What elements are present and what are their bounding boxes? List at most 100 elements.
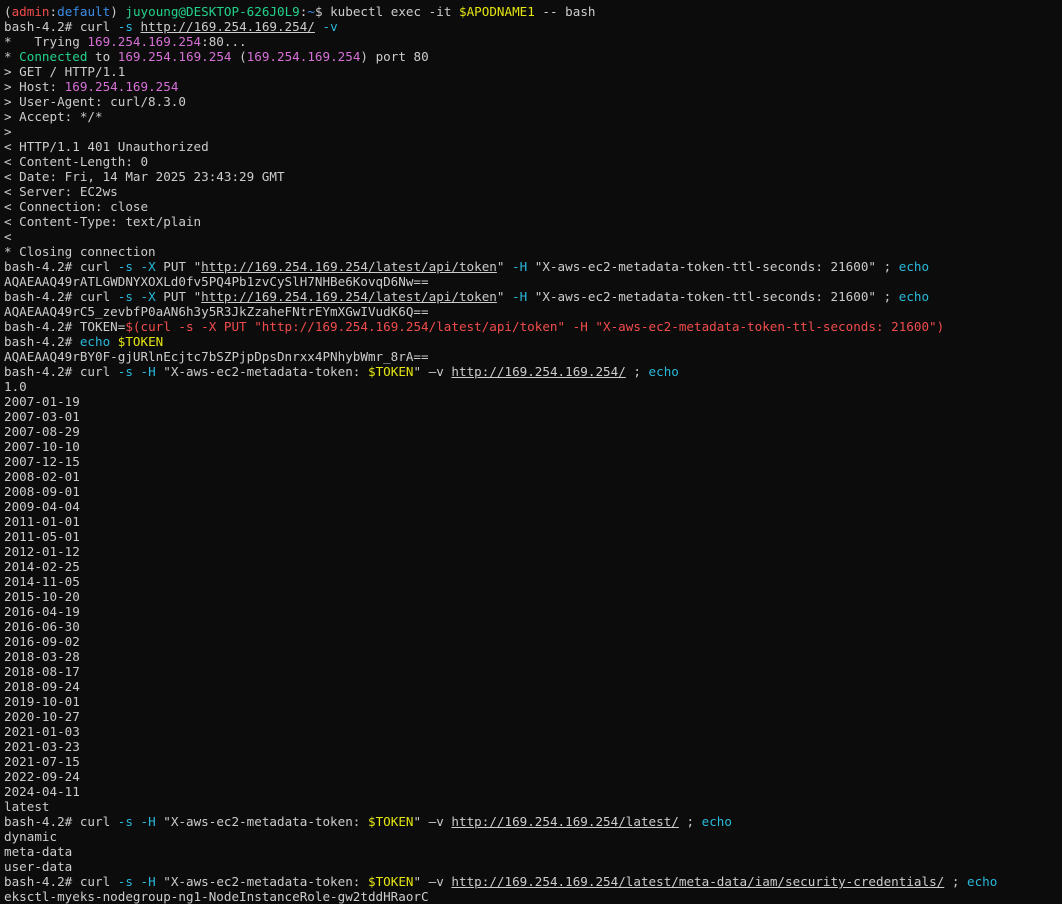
terminal-url[interactable]: http://169.254.169.254/latest/meta-data/…: [451, 874, 944, 889]
terminal-line: * Closing connection: [4, 244, 1062, 259]
terminal-text: $(curl -s -X PUT "http://169.254.169.254…: [125, 319, 945, 334]
terminal-text: < Content-Length: 0: [4, 154, 149, 169]
terminal-text: 2019-10-01: [4, 694, 80, 709]
terminal-line: <: [4, 229, 1062, 244]
terminal-line: meta-data: [4, 844, 1062, 859]
terminal-text: 2008-02-01: [4, 469, 80, 484]
terminal-line: 2007-10-10: [4, 439, 1062, 454]
terminal-text: :: [49, 4, 58, 19]
terminal-line: bash-4.2# curl -s http://169.254.169.254…: [4, 19, 1062, 34]
terminal-line: dynamic: [4, 829, 1062, 844]
terminal-text: 2018-08-17: [4, 664, 80, 679]
terminal-text: 1.0: [4, 379, 27, 394]
terminal-line: > Host: 169.254.169.254: [4, 79, 1062, 94]
terminal-text: * Closing connection: [4, 244, 156, 259]
terminal-text: 2014-02-25: [4, 559, 80, 574]
terminal-text: -- bash: [534, 4, 596, 19]
terminal-text: ) port 80: [360, 49, 429, 64]
terminal-text: 2016-06-30: [4, 619, 80, 634]
terminal-line: bash-4.2# echo $TOKEN: [4, 334, 1062, 349]
terminal-text: >: [4, 124, 12, 139]
terminal-text: ;: [625, 364, 649, 379]
terminal-text: 2024-04-11: [4, 784, 80, 799]
terminal-line: 2018-09-24: [4, 679, 1062, 694]
terminal-text: ": [496, 259, 513, 274]
terminal-url[interactable]: http://169.254.169.254/latest/api/token: [201, 259, 497, 274]
terminal-text: -H: [140, 364, 156, 379]
terminal-text: to: [87, 49, 118, 64]
terminal-text: 2018-03-28: [4, 649, 80, 664]
terminal-window[interactable]: (admin:default) juyoung@DESKTOP-626J0L9:…: [0, 0, 1062, 904]
terminal-text: eksctl-myeks-nodegroup-ng1-NodeInstanceR…: [4, 889, 429, 904]
terminal-line: * Connected to 169.254.169.254 (169.254.…: [4, 49, 1062, 64]
terminal-text: bash-4.2# TOKEN=: [4, 319, 126, 334]
terminal-url[interactable]: http://169.254.169.254/: [141, 19, 315, 34]
terminal-line: < Date: Fri, 14 Mar 2025 23:43:29 GMT: [4, 169, 1062, 184]
terminal-line: 1.0: [4, 379, 1062, 394]
terminal-text: -s: [117, 874, 133, 889]
terminal-text: PUT ": [155, 259, 202, 274]
terminal-text: > Host:: [4, 79, 65, 94]
terminal-line: user-data: [4, 859, 1062, 874]
terminal-line: latest: [4, 799, 1062, 814]
terminal-text: 2016-04-19: [4, 604, 80, 619]
terminal-text: -v: [322, 19, 338, 34]
terminal-line: < Connection: close: [4, 199, 1062, 214]
terminal-text: AQAEAAQ49rC5_zevbfP0aAN6h3y5R3JkZzaheFNt…: [4, 304, 429, 319]
terminal-line: 2020-10-27: [4, 709, 1062, 724]
terminal-line: >: [4, 124, 1062, 139]
terminal-text: 2018-09-24: [4, 679, 80, 694]
terminal-text: admin: [11, 4, 50, 19]
terminal-url[interactable]: http://169.254.169.254/: [451, 364, 625, 379]
terminal-text: 2015-10-20: [4, 589, 80, 604]
terminal-text: ;: [678, 814, 702, 829]
terminal-text: < Content-Type: text/plain: [4, 214, 202, 229]
terminal-line: 2021-07-15: [4, 754, 1062, 769]
terminal-text: > Accept: */*: [4, 109, 103, 124]
terminal-text: AQAEAAQ49rBY0F-gjURlnEcjtc7bSZPjpDpsDnrx…: [4, 349, 429, 364]
terminal-text: "X-aws-ec2-metadata-token-ttl-seconds: 2…: [527, 289, 899, 304]
terminal-text: 169.254.169.254: [246, 49, 361, 64]
terminal-line: * Trying 169.254.169.254:80...: [4, 34, 1062, 49]
terminal-line: 2021-01-03: [4, 724, 1062, 739]
terminal-line: bash-4.2# curl -s -X PUT "http://169.254…: [4, 289, 1062, 304]
terminal-text: 2021-01-03: [4, 724, 80, 739]
terminal-line: 2007-01-19: [4, 394, 1062, 409]
terminal-line: < Server: EC2ws: [4, 184, 1062, 199]
terminal-text: -X: [140, 259, 156, 274]
terminal-text: Connected: [19, 49, 88, 64]
terminal-text: < Server: EC2ws: [4, 184, 118, 199]
terminal-text: 2007-01-19: [4, 394, 80, 409]
terminal-text: -H: [512, 259, 528, 274]
terminal-text: "X-aws-ec2-metadata-token:: [155, 874, 368, 889]
terminal-line: AQAEAAQ49rATLGWDNYXOXLd0fv5PQ4Pb1zvCySlH…: [4, 274, 1062, 289]
terminal-text: 2016-09-02: [4, 634, 80, 649]
terminal-text: echo: [79, 334, 111, 349]
terminal-text: $TOKEN: [367, 874, 414, 889]
terminal-line: 2007-08-29: [4, 424, 1062, 439]
terminal-text: 2007-03-01: [4, 409, 80, 424]
terminal-text: " —v: [413, 364, 452, 379]
terminal-text: < Date: Fri, 14 Mar 2025 23:43:29 GMT: [4, 169, 285, 184]
terminal-text: 169.254.169.254: [87, 34, 202, 49]
terminal-line: bash-4.2# TOKEN=$(curl -s -X PUT "http:/…: [4, 319, 1062, 334]
terminal-line: 2012-01-12: [4, 544, 1062, 559]
terminal-text: echo: [967, 874, 998, 889]
terminal-text: 2007-10-10: [4, 439, 80, 454]
terminal-text: bash-4.2# curl: [4, 259, 118, 274]
terminal-line: 2008-02-01: [4, 469, 1062, 484]
terminal-text: meta-data: [4, 844, 73, 859]
terminal-text: bash-4.2# curl: [4, 19, 118, 34]
terminal-text: -s: [117, 289, 133, 304]
terminal-text: :80...: [201, 34, 247, 49]
terminal-line: 2008-09-01: [4, 484, 1062, 499]
terminal-url[interactable]: http://169.254.169.254/latest/: [451, 814, 678, 829]
terminal-line: bash-4.2# curl -s -X PUT "http://169.254…: [4, 259, 1062, 274]
terminal-text: * Trying: [4, 34, 88, 49]
terminal-line: 2011-05-01: [4, 529, 1062, 544]
terminal-url[interactable]: http://169.254.169.254/latest/api/token: [201, 289, 497, 304]
